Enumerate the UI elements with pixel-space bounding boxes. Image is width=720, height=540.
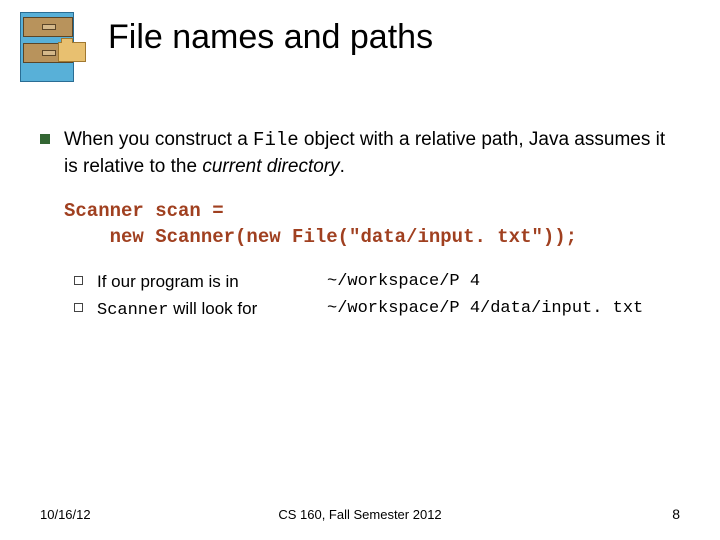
sub2-left: Scanner will look for <box>97 298 327 323</box>
sub1-left: If our program is in <box>97 271 327 294</box>
para-text-3: . <box>340 156 345 177</box>
sub2-left-mono: Scanner <box>97 301 168 320</box>
sub-bullet-list: If our program is in ~/workspace/P 4 Sca… <box>74 271 680 323</box>
para-code-file: File <box>253 129 299 151</box>
file-cabinet-icon <box>20 12 90 87</box>
slide-content: When you construct a File object with a … <box>0 87 720 322</box>
main-bullet: When you construct a File object with a … <box>40 127 680 179</box>
footer-page-number: 8 <box>672 506 680 522</box>
sub1-right: ~/workspace/P 4 <box>327 271 480 294</box>
bullet-square-icon <box>40 134 50 144</box>
hollow-square-icon <box>74 276 83 285</box>
sub2-left-rest: will look for <box>168 299 257 318</box>
slide-header: File names and paths <box>0 0 720 87</box>
main-paragraph: When you construct a File object with a … <box>64 127 680 179</box>
sub-bullet-2: Scanner will look for ~/workspace/P 4/da… <box>74 298 680 323</box>
sub2-right: ~/workspace/P 4/data/input. txt <box>327 298 643 323</box>
hollow-square-icon <box>74 303 83 312</box>
para-italic: current directory <box>202 156 339 177</box>
slide-title: File names and paths <box>108 10 433 57</box>
sub-bullet-1: If our program is in ~/workspace/P 4 <box>74 271 680 294</box>
code-block: Scanner scan = new Scanner(new File("dat… <box>64 199 680 250</box>
footer-course: CS 160, Fall Semester 2012 <box>278 507 441 522</box>
para-text-1: When you construct a <box>64 129 253 150</box>
slide-footer: 10/16/12 CS 160, Fall Semester 2012 8 <box>0 506 720 522</box>
footer-date: 10/16/12 <box>40 507 91 522</box>
